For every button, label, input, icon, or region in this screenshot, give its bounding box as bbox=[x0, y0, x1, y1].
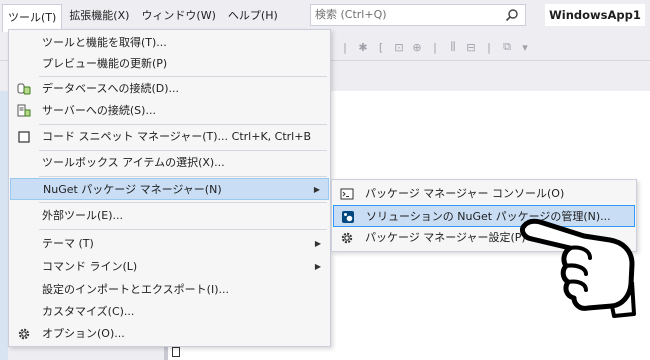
menu-item-label: NuGet パッケージ マネージャー(N) bbox=[43, 183, 222, 196]
search-icon bbox=[505, 9, 518, 22]
menu-separator bbox=[39, 202, 327, 203]
app-title: WindowsApp1 bbox=[545, 4, 645, 26]
nuget-icon bbox=[342, 211, 354, 223]
menu-item-external-tools[interactable]: 外部ツール(E)... bbox=[10, 205, 329, 227]
menu-item-customize[interactable]: カスタマイズ(C)... bbox=[10, 301, 329, 323]
layout-icon[interactable]: ⧉ bbox=[500, 40, 514, 54]
pointing-hand-icon bbox=[519, 218, 636, 318]
menu-item-label: コマンド ライン(L) bbox=[42, 260, 138, 273]
designer-handle[interactable] bbox=[172, 347, 180, 357]
menu-item-label: 設定のインポートとエクスポート(I)... bbox=[42, 283, 229, 296]
zoom-icon[interactable]: ⊕ bbox=[410, 41, 424, 54]
menu-separator bbox=[39, 176, 327, 177]
menu-item-connect-database[interactable]: データベースへの接続(D)... bbox=[10, 78, 329, 100]
menu-item-shortcut: Ctrl+K, Ctrl+B bbox=[231, 130, 311, 143]
tools-menu: ツールと機能を取得(T)... プレビュー機能の更新(P) データベースへの接続… bbox=[8, 29, 331, 347]
breakpoint-icon[interactable]: ✱ bbox=[356, 41, 370, 54]
menu-item-import-export-settings[interactable]: 設定のインポートとエクスポート(I)... bbox=[10, 279, 329, 301]
menu-item-label: 外部ツール(E)... bbox=[42, 209, 124, 222]
menu-separator bbox=[39, 150, 327, 151]
submenu-arrow-icon: ▶ bbox=[314, 239, 321, 248]
snippet-checkbox-icon bbox=[18, 131, 30, 143]
bracket-icon[interactable]: [ bbox=[374, 41, 388, 54]
menu-item-label: テーマ (T) bbox=[42, 237, 94, 250]
submenu-item-label: パッケージ マネージャー設定(P) bbox=[365, 231, 526, 244]
menu-item-label: プレビュー機能の更新(P) bbox=[42, 57, 168, 70]
menu-extensions[interactable]: 拡張機能(X) bbox=[64, 4, 134, 28]
server-connect-icon bbox=[17, 104, 31, 117]
console-icon bbox=[340, 188, 354, 200]
menu-item-get-tools[interactable]: ツールと機能を取得(T)... bbox=[10, 32, 329, 54]
menu-item-choose-toolbox-items[interactable]: ツールボックス アイテムの選択(X)... bbox=[10, 152, 329, 174]
menu-separator bbox=[39, 76, 327, 77]
menu-item-label: カスタマイズ(C)... bbox=[42, 305, 135, 318]
database-connect-icon bbox=[17, 83, 31, 95]
submenu-arrow-icon: ▶ bbox=[314, 262, 321, 271]
separator-icon: | bbox=[487, 40, 491, 54]
menu-item-options[interactable]: オプション(O)... bbox=[10, 323, 329, 345]
separator-icon: | bbox=[343, 40, 347, 54]
menu-item-label: サーバーへの接続(S)... bbox=[42, 104, 156, 117]
submenu-item-package-manager-console[interactable]: パッケージ マネージャー コンソール(O) bbox=[333, 183, 635, 205]
menu-item-label: データベースへの接続(D)... bbox=[42, 82, 179, 95]
menu-help[interactable]: ヘルプ(H) bbox=[223, 4, 283, 28]
gear-icon bbox=[341, 232, 353, 244]
submenu-item-label: パッケージ マネージャー コンソール(O) bbox=[365, 187, 565, 200]
menu-item-label: ツールボックス アイテムの選択(X)... bbox=[42, 156, 225, 169]
frame-icon[interactable]: ⊡ bbox=[392, 41, 406, 54]
menu-item-preview-features[interactable]: プレビュー機能の更新(P) bbox=[10, 53, 329, 75]
menu-item-connect-server[interactable]: サーバーへの接続(S)... bbox=[10, 100, 329, 122]
toolbar-icons: | ✱ [ ⊡ ⊕ | ⫼ ⊟ | ⧉ ▾ bbox=[338, 38, 532, 56]
menu-item-label: オプション(O)... bbox=[42, 327, 125, 340]
menu-item-label: コード スニペット マネージャー(T)... bbox=[42, 130, 229, 143]
submenu-arrow-icon: ▶ bbox=[313, 185, 320, 194]
gear-icon bbox=[18, 328, 30, 340]
menu-separator bbox=[39, 229, 327, 230]
menu-item-command-line[interactable]: コマンド ライン(L) ▶ bbox=[10, 256, 329, 278]
menu-item-label: ツールと機能を取得(T)... bbox=[42, 36, 167, 49]
menu-item-code-snippet-manager[interactable]: コード スニペット マネージャー(T)... Ctrl+K, Ctrl+B bbox=[10, 126, 329, 148]
menu-separator bbox=[39, 124, 327, 125]
distribute-icon[interactable]: ⊟ bbox=[464, 41, 478, 54]
menu-item-theme[interactable]: テーマ (T) ▶ bbox=[10, 233, 329, 255]
align-icon[interactable]: ⫼ bbox=[446, 40, 460, 54]
left-pane bbox=[0, 91, 8, 360]
search-input[interactable]: 検索 (Ctrl+Q) bbox=[310, 4, 526, 26]
menu-window[interactable]: ウィンドウ(W) bbox=[136, 4, 220, 28]
chevron-down-icon[interactable]: ▾ bbox=[518, 41, 532, 54]
search-placeholder: 検索 (Ctrl+Q) bbox=[315, 8, 387, 21]
separator-icon: | bbox=[433, 40, 437, 54]
menu-item-nuget-package-manager[interactable]: NuGet パッケージ マネージャー(N) ▶ bbox=[10, 178, 329, 200]
